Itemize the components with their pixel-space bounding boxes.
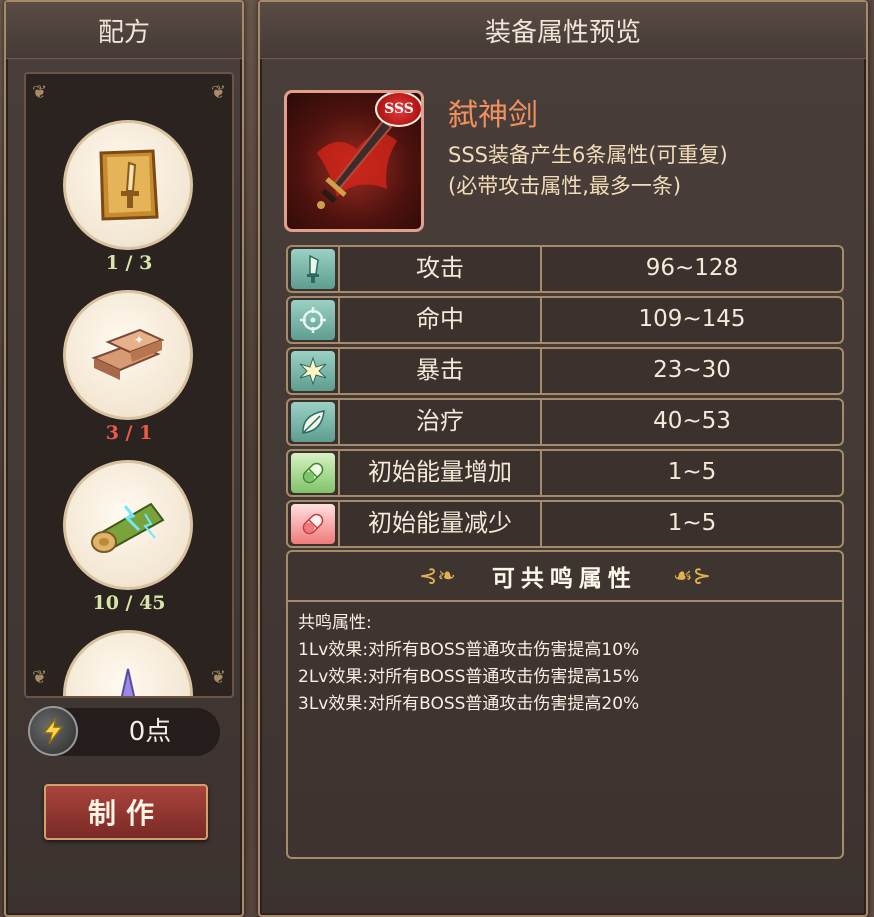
recipe-material-slot[interactable] xyxy=(63,630,193,696)
resonance-heading: 共鸣属性: xyxy=(298,613,372,633)
recipe-material-slot[interactable] xyxy=(63,460,193,590)
stat-name: 命中 xyxy=(338,296,540,344)
recipe-list[interactable]: ❦ ❦ ❦ ❦ 1 / 3 ✦ 3 / 1 10 / 45 xyxy=(24,72,234,698)
stat-value: 1~5 xyxy=(540,500,842,548)
stat-name: 初始能量增加 xyxy=(338,449,540,497)
recipe-count: 1 / 3 xyxy=(105,252,153,274)
svg-text:✦: ✦ xyxy=(134,333,144,347)
equipment-icon[interactable]: SSS xyxy=(284,90,424,232)
leaf-icon xyxy=(291,402,335,442)
stat-value: 40~53 xyxy=(540,398,842,446)
sword-icon xyxy=(291,249,335,289)
stat-value: 1~5 xyxy=(540,449,842,497)
corner-ornament-icon: ❦ xyxy=(210,82,226,103)
stat-row-energy-increase: 初始能量增加 1~5 xyxy=(286,449,844,497)
resonance-line: 3Lv效果:对所有BOSS普通攻击伤害提高20% xyxy=(298,694,640,714)
equipment-description: SSS装备产生6条属性(可重复) (必带攻击属性,最多一条) xyxy=(448,140,848,202)
resonance-line: 1Lv效果:对所有BOSS普通攻击伤害提高10% xyxy=(298,640,640,660)
recipe-material-slot[interactable] xyxy=(63,120,193,250)
resonance-header: ⊰❧ 可共鸣属性 ☙⊱ xyxy=(288,552,842,602)
stat-row-energy-decrease: 初始能量减少 1~5 xyxy=(286,500,844,548)
stat-name: 暴击 xyxy=(338,347,540,395)
stat-name: 初始能量减少 xyxy=(338,500,540,548)
equipment-description-line: (必带攻击属性,最多一条) xyxy=(448,174,682,198)
recipe-panel-title: 配方 xyxy=(6,2,242,59)
burst-icon xyxy=(291,351,335,391)
recipe-item-ingot[interactable]: ✦ 3 / 1 xyxy=(26,290,232,460)
stat-value: 96~128 xyxy=(540,245,842,293)
recipe-item-lightning-log[interactable]: 10 / 45 xyxy=(26,460,232,630)
capsule-green-icon xyxy=(291,453,335,493)
crosshair-icon xyxy=(291,300,335,340)
equipment-description-line: SSS装备产生6条属性(可重复) xyxy=(448,143,728,167)
ingot-icon: ✦ xyxy=(91,328,165,380)
energy-points-bar: 0点 xyxy=(28,706,220,756)
stat-row-attack: 攻击 96~128 xyxy=(286,245,844,293)
stat-row-critical: 暴击 23~30 xyxy=(286,347,844,395)
recipe-count: 10 / 45 xyxy=(92,592,166,614)
resonance-title: 可共鸣属性 xyxy=(491,566,637,592)
stat-row-heal: 治疗 40~53 xyxy=(286,398,844,446)
lightning-bolt-icon xyxy=(28,706,78,756)
recipe-count: 3 / 1 xyxy=(105,422,153,444)
rarity-badge: SSS xyxy=(375,93,421,127)
stat-value: 23~30 xyxy=(540,347,842,395)
recipe-item-sword-scroll[interactable]: 1 / 3 xyxy=(26,120,232,290)
stat-row-accuracy: 命中 109~145 xyxy=(286,296,844,344)
lightning-log-icon xyxy=(91,502,165,553)
flourish-left-icon: ⊰❧ xyxy=(418,563,456,589)
equipment-preview-panel: 装备属性预览 SSS 弑神剑 SSS装备产生6条属性(可重复) (必带攻击属性,… xyxy=(258,0,868,917)
resonance-line: 2Lv效果:对所有BOSS普通攻击伤害提高15% xyxy=(298,667,640,687)
equipment-name: 弑神剑 xyxy=(448,98,538,133)
crystal-icon xyxy=(120,668,136,696)
resonance-section: ⊰❧ 可共鸣属性 ☙⊱ 共鸣属性: 1Lv效果:对所有BOSS普通攻击伤害提高1… xyxy=(286,550,844,859)
sword-scroll-icon xyxy=(99,149,159,221)
recipe-material-slot[interactable]: ✦ xyxy=(63,290,193,420)
resonance-text: 共鸣属性: 1Lv效果:对所有BOSS普通攻击伤害提高10% 2Lv效果:对所有… xyxy=(288,602,842,726)
corner-ornament-icon: ❦ xyxy=(32,82,48,103)
equipment-preview-title: 装备属性预览 xyxy=(260,2,866,59)
stat-name: 攻击 xyxy=(338,245,540,293)
recipe-item-crystal[interactable] xyxy=(26,630,232,696)
recipe-panel: 配方 ❦ ❦ ❦ ❦ 1 / 3 ✦ 3 / 1 10 / 45 0点 制作 xyxy=(4,0,244,917)
stat-value: 109~145 xyxy=(540,296,842,344)
capsule-red-icon xyxy=(291,504,335,544)
energy-points-value: 0点 xyxy=(128,717,172,747)
stat-name: 治疗 xyxy=(338,398,540,446)
craft-button[interactable]: 制作 xyxy=(44,784,208,840)
stat-table: 攻击 96~128 命中 109~145 暴击 23~30 治疗 40~53 初… xyxy=(286,245,844,551)
flourish-right-icon: ☙⊱ xyxy=(672,563,712,589)
